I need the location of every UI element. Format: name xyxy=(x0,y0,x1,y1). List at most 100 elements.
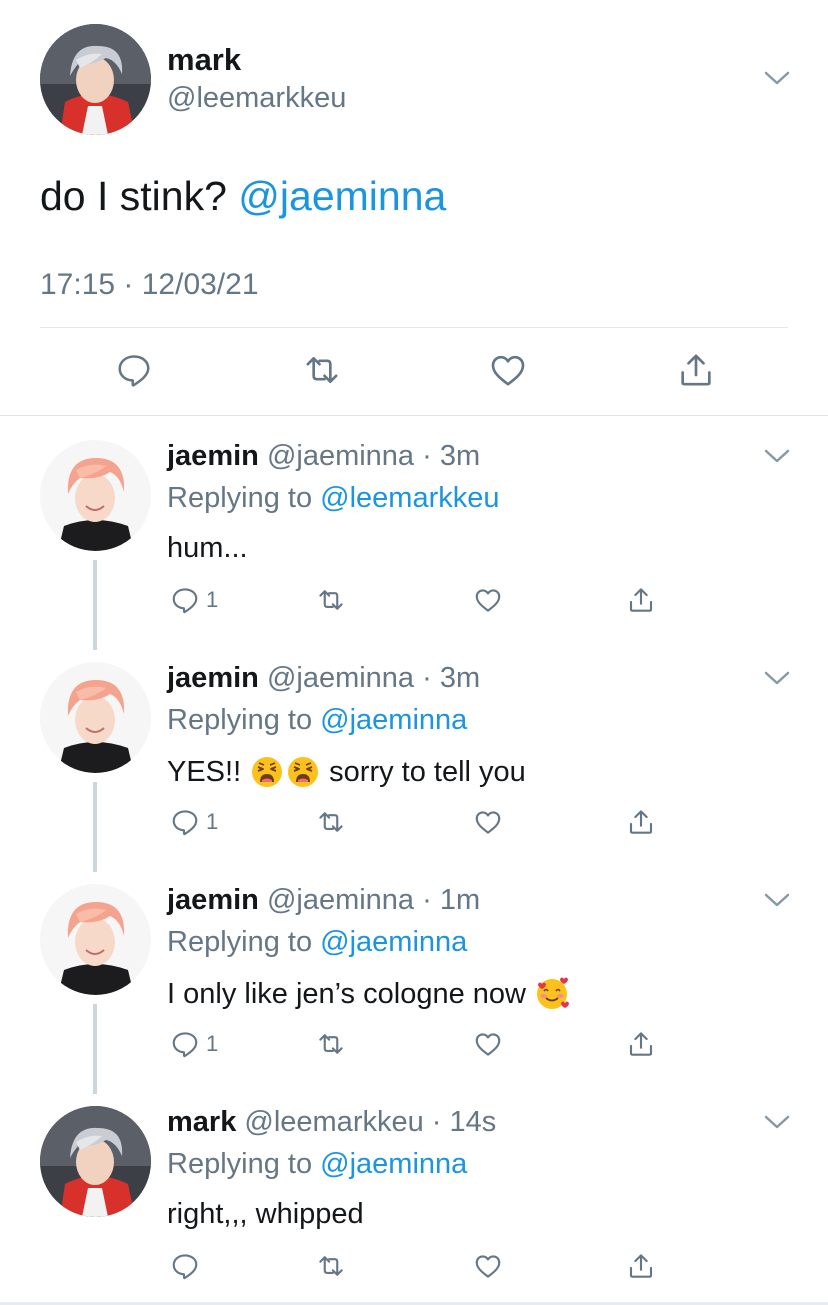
heart-icon xyxy=(475,1255,501,1278)
chevron-down-icon[interactable] xyxy=(764,448,790,464)
author-handle-time[interactable]: @jaeminna · 3m xyxy=(267,440,480,472)
retweet-button[interactable] xyxy=(302,350,342,390)
avatar[interactable] xyxy=(40,662,151,773)
reply-text-body: YES!! xyxy=(167,755,242,788)
avatar[interactable] xyxy=(40,1106,151,1217)
author-handle-time[interactable]: @leemarkkeu · 14s xyxy=(244,1106,496,1138)
chevron-down-icon[interactable] xyxy=(764,670,790,686)
author-handle[interactable]: @leemarkkeu xyxy=(167,82,346,115)
tweet-mention-link[interactable]: @jaeminna xyxy=(238,173,446,219)
avatar[interactable] xyxy=(40,440,151,551)
reply-text: I only like jen’s cologne now xyxy=(167,976,570,1012)
chevron-down-icon[interactable] xyxy=(764,70,790,86)
avatar-pink-hair-icon xyxy=(40,662,151,773)
reply-button[interactable]: 1 xyxy=(170,584,218,616)
share-button[interactable] xyxy=(626,1250,656,1282)
reply-tweet[interactable]: jaemin @jaeminna · 1m Replying to @jaemi… xyxy=(0,860,828,1094)
reply-button[interactable]: 1 xyxy=(170,806,218,838)
weary-face-emoji-icon xyxy=(252,757,283,787)
reply-icon xyxy=(172,1254,198,1280)
heart-icon xyxy=(491,355,525,386)
replying-to-mention[interactable]: @jaeminna xyxy=(320,704,467,736)
author-handle-time[interactable]: @jaeminna · 3m xyxy=(267,662,480,694)
reply-button[interactable]: 1 xyxy=(170,1028,218,1060)
thread-line xyxy=(93,782,97,872)
replying-to: Replying to @jaeminna xyxy=(167,1148,467,1181)
reply-header: jaemin @jaeminna · 3m xyxy=(167,662,480,695)
avatar-pink-hair-icon xyxy=(40,884,151,995)
like-button[interactable] xyxy=(473,1028,503,1060)
share-icon xyxy=(629,1254,653,1278)
retweet-button[interactable] xyxy=(316,584,346,616)
share-button[interactable] xyxy=(626,1028,656,1060)
divider xyxy=(40,327,788,328)
reply-header: jaemin @jaeminna · 3m xyxy=(167,440,480,473)
replying-to-label: Replying to xyxy=(167,704,313,736)
heart-icon xyxy=(475,811,501,834)
reply-text: hum... xyxy=(167,532,248,565)
avatar[interactable] xyxy=(40,884,151,995)
retweet-icon xyxy=(319,1256,343,1276)
heart-icon xyxy=(475,1033,501,1056)
weary-face-emoji-icon xyxy=(288,757,319,787)
heart-icon xyxy=(475,589,501,612)
chevron-down-icon[interactable] xyxy=(764,892,790,908)
reply-text-body: I only like jen’s cologne now xyxy=(167,977,526,1010)
author-name[interactable]: jaemin xyxy=(167,884,259,916)
replying-to: Replying to @jaeminna xyxy=(167,704,467,737)
reply-text-body: right,,, whipped xyxy=(167,1198,364,1230)
chevron-down-icon[interactable] xyxy=(764,1114,790,1130)
reply-icon xyxy=(172,810,198,836)
share-icon xyxy=(629,810,653,834)
author-name[interactable]: mark xyxy=(167,1106,236,1138)
share-button[interactable] xyxy=(626,806,656,838)
reply-count: 1 xyxy=(206,809,219,834)
emoji-group xyxy=(534,976,570,1012)
reply-button[interactable] xyxy=(114,350,154,390)
tweet-timestamp[interactable]: 17:15 · 12/03/21 xyxy=(40,268,259,302)
avatar-grey-hair-red-hoodie-icon xyxy=(40,24,151,135)
emoji-group xyxy=(249,754,321,790)
reply-tweet[interactable]: jaemin @jaeminna · 3m Replying to @jaemi… xyxy=(0,638,828,872)
main-tweet: mark @leemarkkeu do I stink? @jaeminna 1… xyxy=(0,0,828,416)
author-handle-time[interactable]: @jaeminna · 1m xyxy=(267,884,480,916)
like-button[interactable] xyxy=(473,806,503,838)
reply-icon xyxy=(118,355,150,387)
share-icon xyxy=(681,354,711,386)
reply-text: right,,, whipped xyxy=(167,1198,364,1231)
like-button[interactable] xyxy=(488,350,528,390)
share-icon xyxy=(629,588,653,612)
like-button[interactable] xyxy=(473,1250,503,1282)
reply-text-after: sorry to tell you xyxy=(329,755,526,788)
author-name[interactable]: jaemin xyxy=(167,662,259,694)
retweet-icon xyxy=(319,590,343,610)
replying-to: Replying to @leemarkkeu xyxy=(167,482,500,515)
share-button[interactable] xyxy=(676,350,716,390)
retweet-icon xyxy=(319,812,343,832)
reply-header: mark @leemarkkeu · 14s xyxy=(167,1106,496,1139)
retweet-button[interactable] xyxy=(316,1250,346,1282)
reply-tweet[interactable]: mark @leemarkkeu · 14s Replying to @jaem… xyxy=(0,1082,828,1304)
reply-count: 1 xyxy=(206,587,219,612)
replying-to-label: Replying to xyxy=(167,926,313,958)
author-name[interactable]: jaemin xyxy=(167,440,259,472)
avatar-grey-hair-red-hoodie-icon xyxy=(40,1106,151,1217)
like-button[interactable] xyxy=(473,584,503,616)
replying-to-label: Replying to xyxy=(167,482,313,514)
retweet-button[interactable] xyxy=(316,1028,346,1060)
author-name[interactable]: mark xyxy=(167,42,241,78)
reply-button[interactable] xyxy=(170,1250,206,1282)
reply-tweet[interactable]: jaemin @jaeminna · 3m Replying to @leema… xyxy=(0,416,828,650)
retweet-icon xyxy=(306,357,338,383)
reply-count: 1 xyxy=(206,1031,219,1056)
share-button[interactable] xyxy=(626,584,656,616)
retweet-button[interactable] xyxy=(316,806,346,838)
replying-to-label: Replying to xyxy=(167,1148,313,1180)
replying-to-mention[interactable]: @jaeminna xyxy=(320,1148,467,1180)
share-icon xyxy=(629,1032,653,1056)
reply-icon xyxy=(172,588,198,614)
replying-to-mention[interactable]: @leemarkkeu xyxy=(320,482,499,514)
avatar[interactable] xyxy=(40,24,151,135)
replying-to-mention[interactable]: @jaeminna xyxy=(320,926,467,958)
thread-line xyxy=(93,1004,97,1094)
